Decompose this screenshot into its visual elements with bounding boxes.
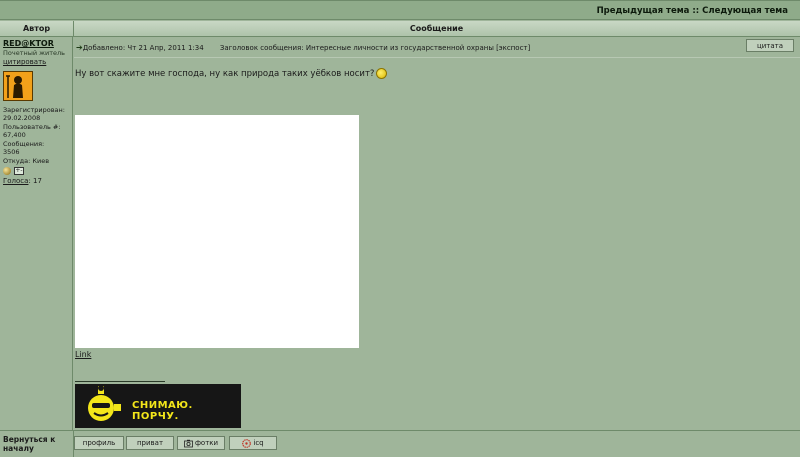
- topic-navigation: Предыдущая тема :: Следующая тема: [597, 6, 788, 16]
- nav-separator: ::: [692, 6, 700, 16]
- column-header-author: Автор: [0, 21, 74, 36]
- location-value: Киев: [32, 156, 50, 165]
- votes: Голоса: 17: [3, 177, 42, 185]
- author-name-link[interactable]: RED@KTOR: [3, 39, 70, 49]
- post-arrow-icon[interactable]: ➔: [76, 43, 83, 52]
- back-to-top-link[interactable]: Вернуться к началу: [3, 435, 71, 453]
- quote-button[interactable]: цитата: [746, 39, 794, 52]
- post-footer-row: Вернуться к началу профиль приват фотки …: [0, 430, 800, 457]
- avatar: [3, 70, 33, 101]
- post-link[interactable]: Link: [75, 350, 91, 359]
- post-header: ➔Добавлено: Чт 21 Апр, 2011 1:34 Заголов…: [74, 40, 800, 55]
- private-button-label: приват: [136, 439, 164, 447]
- prev-topic-link[interactable]: Предыдущая тема: [597, 6, 690, 16]
- user-number: 67,400: [3, 131, 26, 139]
- gender-icon: [3, 167, 11, 175]
- author-stats: Зарегистрирован: 29.02.2008 Пользователь…: [3, 106, 70, 166]
- added-label: Добавлено:: [82, 44, 126, 52]
- posts-label: Сообщения:: [3, 139, 45, 148]
- signature-banner: СНИМАЮ. ПОРЧУ.: [75, 384, 241, 428]
- post-body: Ну вот скажите мне господа, ну как приро…: [75, 68, 388, 79]
- post-date: Чт 21 Апр, 2011 1:34: [127, 44, 204, 52]
- post-text: Ну вот скажите мне господа, ну как приро…: [75, 69, 375, 79]
- icq-button-label: icq: [253, 439, 264, 447]
- profile-button[interactable]: профиль: [74, 436, 124, 450]
- signature-divider: [75, 381, 165, 382]
- post-subject: Интересные личности из государственной о…: [305, 44, 531, 52]
- location-label: Откуда:: [3, 156, 31, 165]
- table-header-row: Автор Сообщение: [0, 21, 800, 37]
- user-number-label: Пользователь #:: [3, 122, 61, 131]
- author-icons: +-: [3, 167, 70, 175]
- signature-text: СНИМАЮ. ПОРЧУ.: [132, 400, 193, 422]
- author-panel: RED@KTOR Почетный житель цитировать Заре…: [0, 37, 73, 430]
- subject-label: Заголовок сообщения:: [219, 44, 304, 52]
- smiley-icon: [376, 68, 388, 79]
- votes-label[interactable]: Голоса: [3, 177, 28, 185]
- private-message-button[interactable]: приват: [126, 436, 174, 450]
- profile-button-label: профиль: [82, 439, 116, 447]
- posts-count: 3506: [3, 148, 20, 156]
- photos-button-label: фотки: [194, 439, 219, 447]
- avatar-figure-icon: [4, 71, 32, 100]
- votes-count: 17: [33, 177, 42, 185]
- reputation-plus-icon[interactable]: +-: [14, 167, 24, 175]
- registered-date: 29.02.2008: [3, 114, 41, 122]
- next-topic-link[interactable]: Следующая тема: [702, 6, 788, 16]
- author-rank: Почетный житель: [3, 48, 66, 57]
- message-panel: ➔Добавлено: Чт 21 Апр, 2011 1:34 Заголов…: [74, 37, 800, 430]
- registered-label: Зарегистрирован:: [3, 105, 65, 114]
- location: Откуда: Киев: [3, 157, 70, 166]
- post-image: [75, 115, 359, 348]
- camera-icon: [184, 439, 193, 447]
- top-navigation-bar: Предыдущая тема :: Следующая тема: [0, 0, 800, 20]
- icq-button[interactable]: icq: [229, 436, 277, 450]
- column-header-message: Сообщение: [409, 24, 464, 33]
- icq-flower-icon: [242, 438, 252, 448]
- signature-face-icon: [88, 385, 121, 421]
- post-divider: [74, 57, 800, 58]
- quote-author-link[interactable]: цитировать: [3, 58, 46, 67]
- photos-button[interactable]: фотки: [177, 436, 225, 450]
